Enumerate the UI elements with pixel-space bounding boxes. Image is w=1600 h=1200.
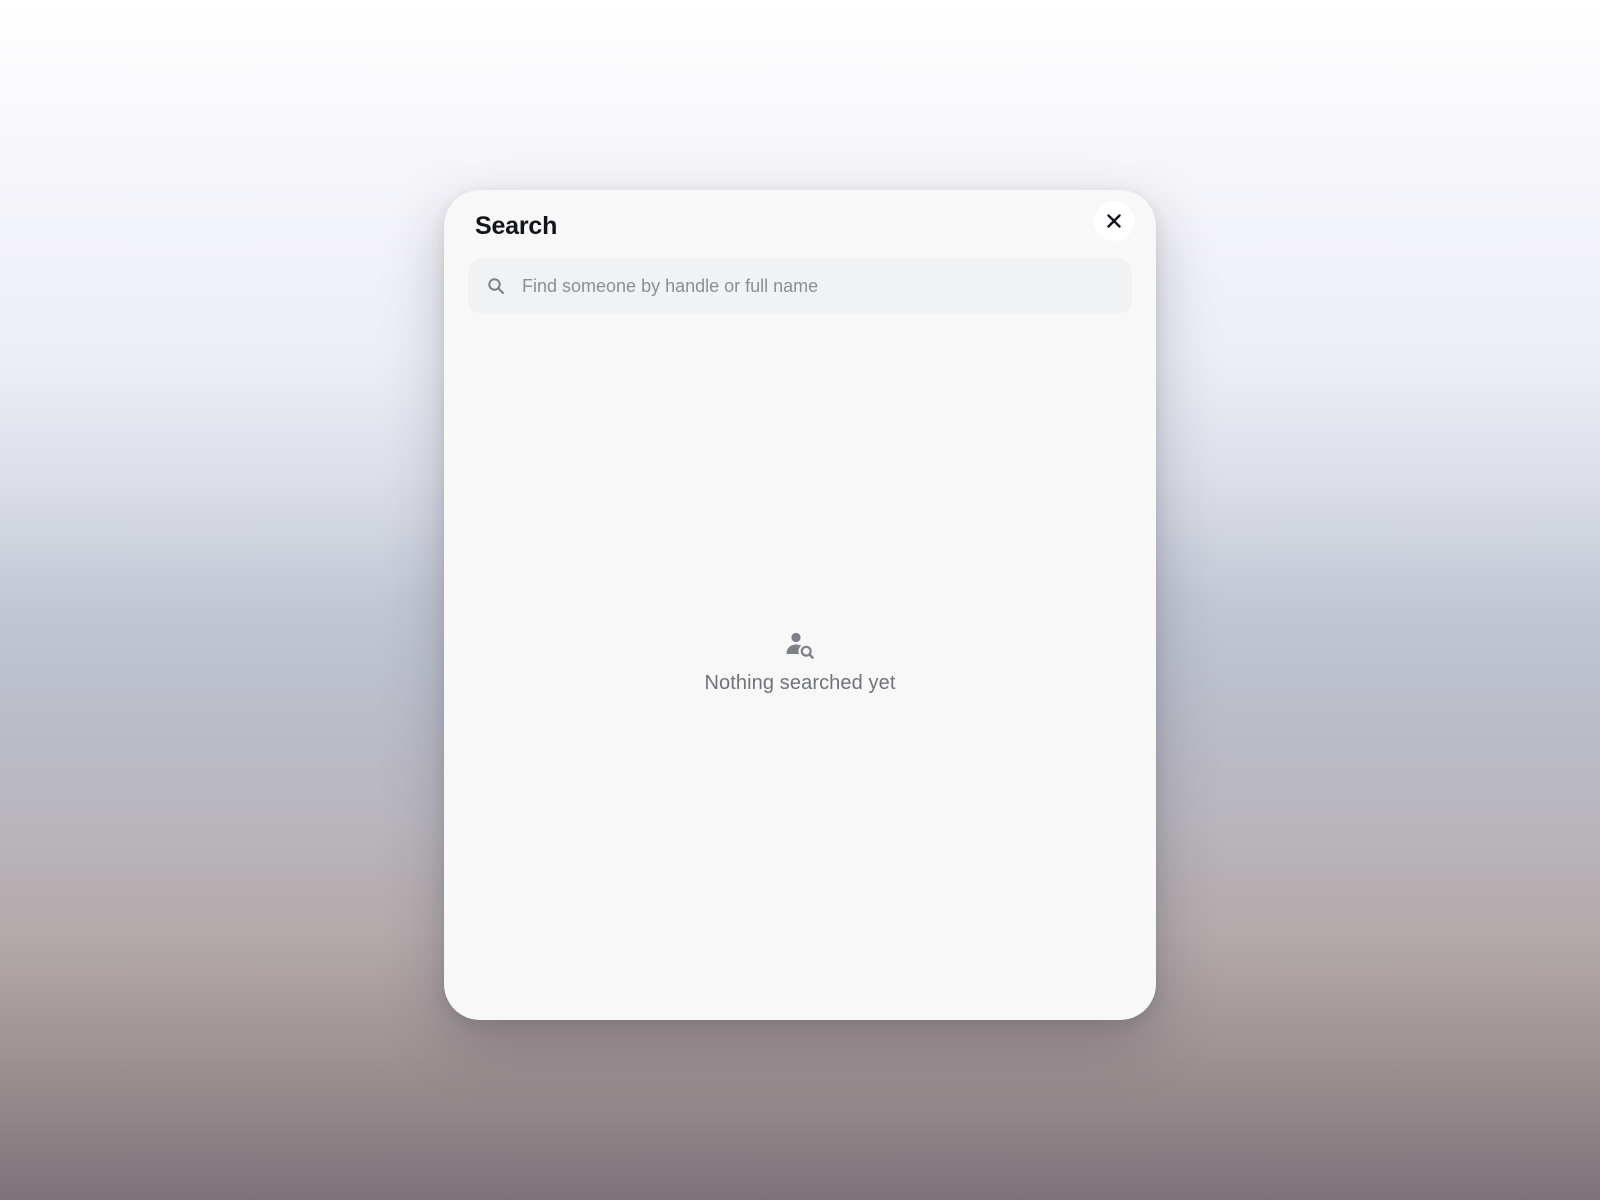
search-field[interactable] — [468, 258, 1132, 314]
dialog-title: Search — [475, 212, 558, 240]
close-icon — [1107, 214, 1121, 228]
close-button[interactable] — [1094, 201, 1134, 241]
empty-state: Nothing searched yet — [444, 630, 1156, 695]
empty-state-message: Nothing searched yet — [704, 672, 896, 694]
search-dialog: Search Nothing searched yet — [444, 190, 1156, 1020]
search-input[interactable] — [522, 258, 1132, 314]
search-icon — [468, 258, 522, 314]
person-search-icon — [786, 632, 814, 659]
